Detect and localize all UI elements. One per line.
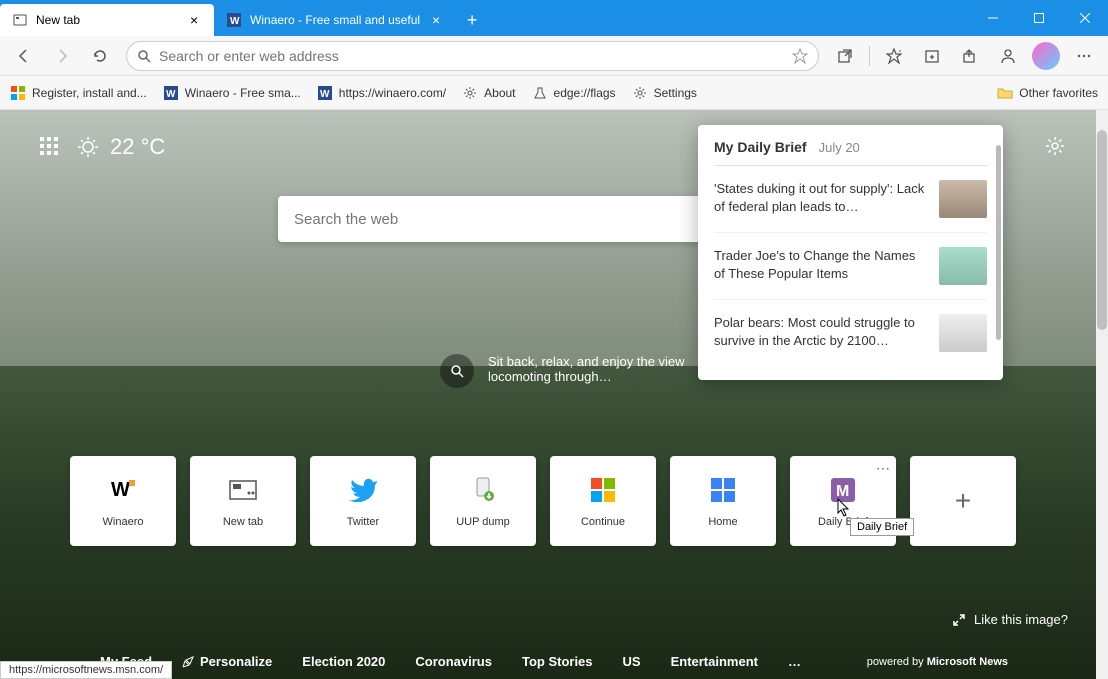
tooltip: Daily Brief: [850, 518, 914, 536]
gear-icon: [632, 85, 648, 101]
ms-icon: [587, 474, 619, 506]
page-settings-button[interactable]: [1044, 135, 1068, 159]
brief-title: My Daily Brief: [714, 139, 807, 155]
site-icon: W: [317, 85, 333, 101]
flask-icon: [532, 85, 548, 101]
collections-icon[interactable]: [914, 40, 950, 72]
status-bar: https://microsoftnews.msn.com/: [0, 661, 172, 679]
ms-icon: [10, 85, 26, 101]
nav-item[interactable]: Top Stories: [522, 654, 593, 669]
scrollbar-thumb[interactable]: [1097, 130, 1107, 330]
svg-text:W: W: [166, 89, 176, 100]
daily-brief-panel: My Daily Brief July 20 'States duking it…: [698, 125, 1003, 380]
like-image-link[interactable]: Like this image?: [952, 612, 1068, 627]
close-icon[interactable]: ×: [186, 12, 202, 28]
brief-scrollbar[interactable]: [996, 145, 1001, 340]
nav-item[interactable]: US: [623, 654, 641, 669]
nav-more[interactable]: …: [788, 654, 801, 669]
tile-newtab[interactable]: New tab: [190, 456, 296, 546]
apps-grid-icon[interactable]: [40, 137, 60, 157]
tile-more-icon[interactable]: ⋯: [876, 460, 890, 477]
bookmark-item[interactable]: WWinaero - Free sma...: [163, 85, 301, 101]
site-icon: W: [163, 85, 179, 101]
tile-winaero[interactable]: W Winaero: [70, 456, 176, 546]
tab-label: New tab: [36, 13, 80, 27]
image-caption: Sit back, relax, and enjoy the view loco…: [440, 354, 740, 388]
expand-icon: [952, 613, 966, 627]
toolbar: [0, 36, 1108, 76]
bookmark-item[interactable]: About: [462, 85, 515, 101]
plus-icon: +: [955, 485, 971, 517]
address-bar[interactable]: [126, 41, 819, 71]
new-tab-button[interactable]: +: [456, 4, 488, 36]
address-input[interactable]: [159, 48, 792, 64]
window-controls: [970, 0, 1108, 36]
refresh-button[interactable]: [82, 40, 118, 72]
search-icon: [137, 49, 151, 63]
cursor-icon: [834, 498, 852, 520]
close-icon[interactable]: ×: [428, 12, 444, 28]
tab-label: Winaero - Free small and useful: [250, 13, 420, 27]
weather-widget[interactable]: 22 °C: [76, 134, 165, 160]
tab-new-tab[interactable]: New tab ×: [0, 4, 214, 36]
tile-daily-brief[interactable]: ⋯ M Daily Brief Daily Brief: [790, 456, 896, 546]
newtab-page-icon: [12, 12, 28, 28]
nav-item[interactable]: Coronavirus: [415, 654, 492, 669]
search-icon[interactable]: [440, 354, 474, 388]
svg-text:W: W: [230, 16, 240, 27]
twitter-icon: [347, 474, 379, 506]
newtab-icon: [227, 474, 259, 506]
share-icon[interactable]: [952, 40, 988, 72]
favorites-icon[interactable]: [876, 40, 912, 72]
bookmark-item[interactable]: Whttps://winaero.com/: [317, 85, 446, 101]
bookmarks-bar: Register, install and... WWinaero - Free…: [0, 76, 1108, 110]
new-tab-content: 22 °C Sit back, relax, and enjoy the vie…: [0, 110, 1108, 679]
tile-twitter[interactable]: Twitter: [310, 456, 416, 546]
tile-home[interactable]: Home: [670, 456, 776, 546]
person-icon[interactable]: [990, 40, 1026, 72]
back-button[interactable]: [6, 40, 42, 72]
maximize-button[interactable]: [1016, 0, 1062, 36]
brief-item[interactable]: Polar bears: Most could struggle to surv…: [714, 300, 987, 366]
profile-avatar[interactable]: [1032, 42, 1060, 70]
download-icon: [467, 474, 499, 506]
bookmark-item[interactable]: Settings: [632, 85, 697, 101]
brief-item[interactable]: 'States duking it out for supply': Lack …: [714, 166, 987, 233]
quick-links-tiles: W Winaero New tab Twitter UUP dump Conti…: [70, 456, 1018, 546]
tile-uupdump[interactable]: UUP dump: [430, 456, 536, 546]
forward-button[interactable]: [44, 40, 80, 72]
minimize-button[interactable]: [970, 0, 1016, 36]
brief-item[interactable]: Trader Joe's to Change the Names of Thes…: [714, 233, 987, 300]
brief-date: July 20: [819, 140, 860, 155]
windows-icon: [707, 474, 739, 506]
tab-winaero[interactable]: W Winaero - Free small and useful ×: [214, 4, 456, 36]
brief-thumbnail: [939, 247, 987, 285]
favorite-star-icon[interactable]: [792, 48, 808, 64]
close-button[interactable]: [1062, 0, 1108, 36]
brief-thumbnail: [939, 180, 987, 218]
site-icon: W: [226, 12, 242, 28]
svg-text:W: W: [111, 479, 130, 501]
bookmark-item[interactable]: edge://flags: [532, 85, 616, 101]
nav-item[interactable]: Entertainment: [671, 654, 758, 669]
nav-item[interactable]: Election 2020: [302, 654, 385, 669]
external-link-icon[interactable]: [827, 40, 863, 72]
sun-icon: [76, 135, 100, 159]
site-icon: W: [107, 474, 139, 506]
gear-icon: [462, 85, 478, 101]
svg-text:W: W: [320, 89, 330, 100]
bookmark-item[interactable]: Register, install and...: [10, 85, 147, 101]
powered-by: powered by Microsoft News: [867, 656, 1008, 668]
tile-continue[interactable]: Continue: [550, 456, 656, 546]
folder-icon: [997, 85, 1013, 101]
temperature-value: 22 °C: [110, 134, 165, 160]
other-favorites[interactable]: Other favorites: [997, 85, 1098, 101]
titlebar: New tab × W Winaero - Free small and use…: [0, 0, 1108, 36]
menu-button[interactable]: [1066, 40, 1102, 72]
nav-item-personalize[interactable]: Personalize: [182, 654, 272, 669]
tile-add[interactable]: +: [910, 456, 1016, 546]
brief-thumbnail: [939, 314, 987, 352]
